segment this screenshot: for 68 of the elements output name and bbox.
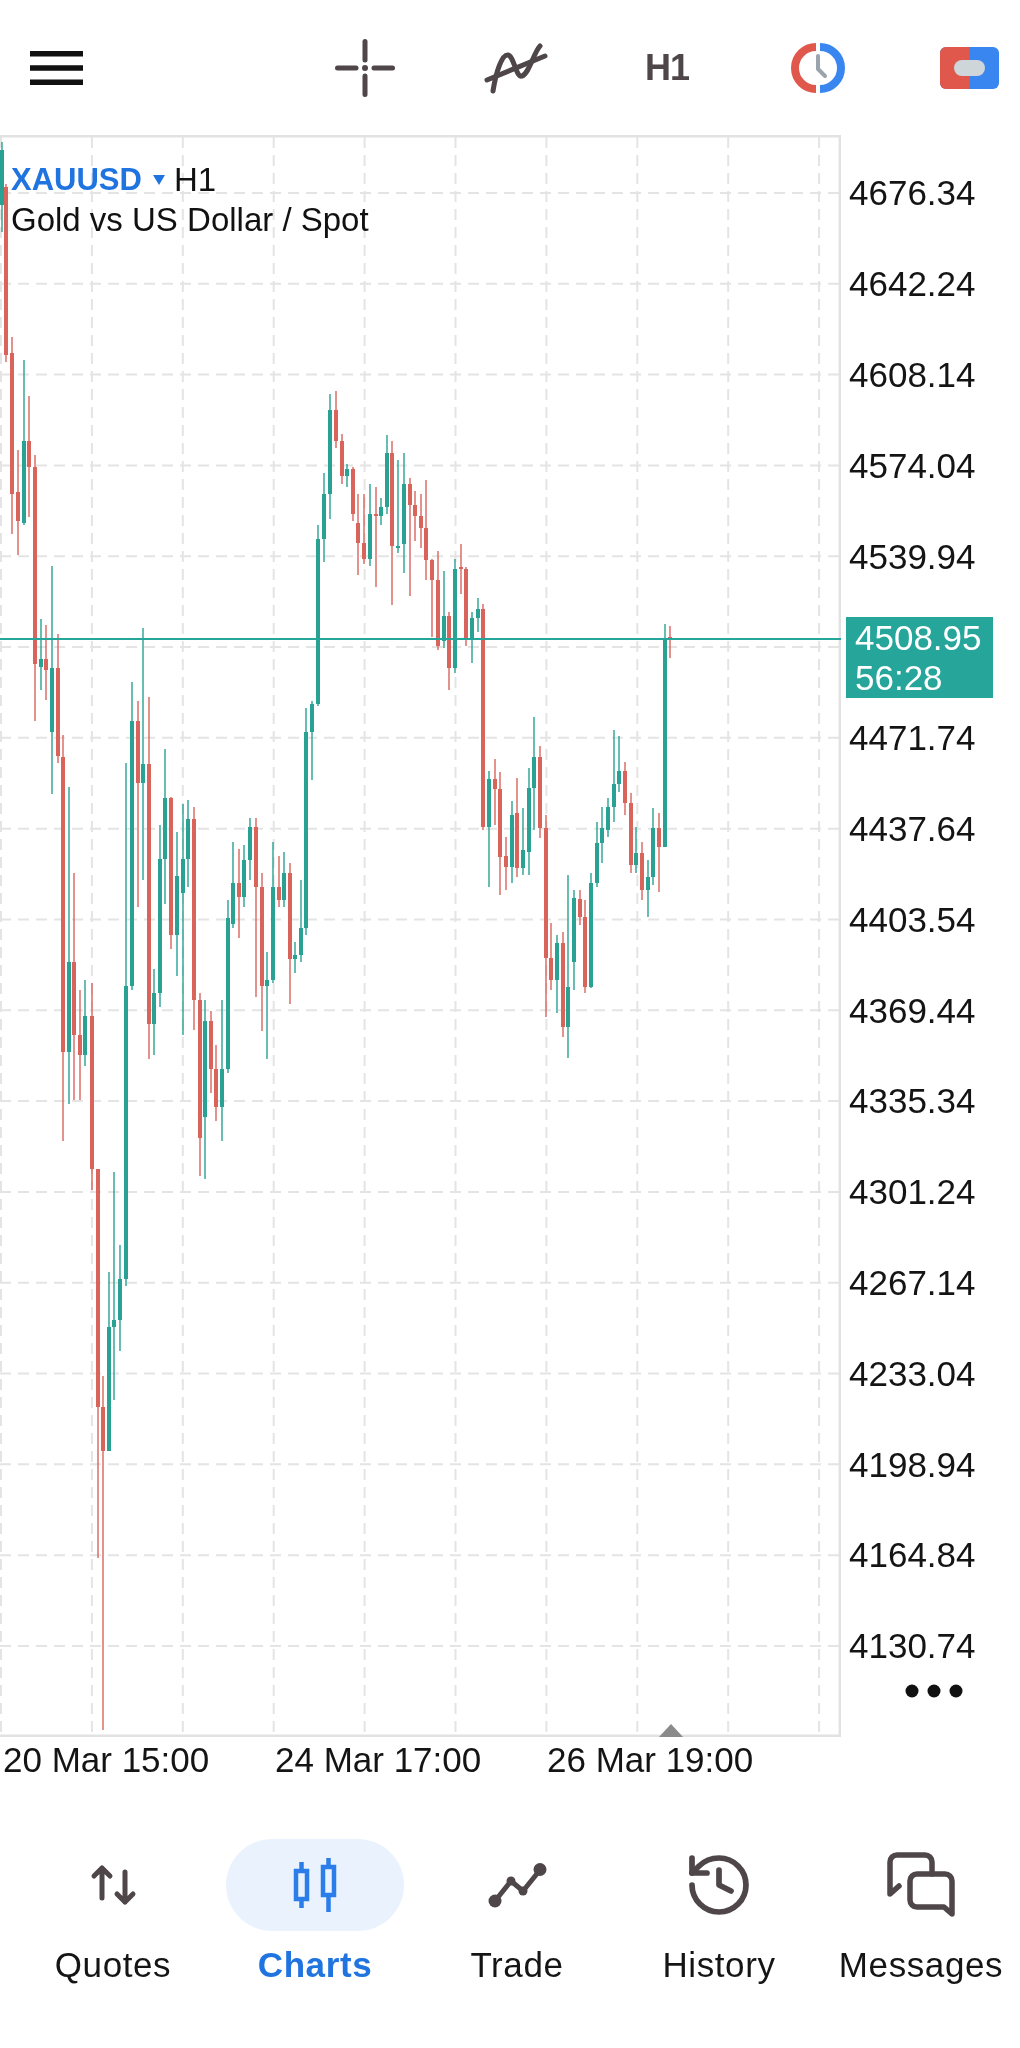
clock-icon	[789, 42, 847, 93]
nav-tab[interactable]: Quotes	[24, 1839, 202, 1987]
price-label: 4233.04	[849, 1355, 976, 1391]
falling-candle	[340, 433, 344, 485]
time-label: 24 Mar 17:00	[275, 1740, 482, 1779]
history-icon	[689, 1855, 749, 1915]
price-label: 4471.74	[849, 720, 976, 756]
wave-line-icon	[484, 41, 548, 94]
falling-candle	[334, 390, 338, 449]
triangle-marker-icon[interactable]	[659, 1724, 683, 1737]
price-label: 4164.84	[849, 1537, 976, 1573]
falling-candle	[640, 841, 644, 901]
price-label: 4335.34	[849, 1083, 976, 1119]
falling-candle	[623, 761, 627, 816]
more-icon	[905, 1684, 963, 1699]
candlesticks-icon	[292, 1857, 338, 1913]
chart-period: H1	[173, 161, 217, 199]
price-label: 4267.14	[849, 1265, 976, 1301]
price-label: 4437.64	[849, 811, 976, 847]
current-price: 4508.95	[855, 618, 983, 658]
rising-candle	[634, 826, 638, 874]
menu-button[interactable]	[30, 50, 83, 85]
indicators-button[interactable]	[484, 41, 548, 94]
split-tile-icon	[939, 46, 999, 89]
timeframe-button[interactable]: H1	[645, 47, 689, 88]
price-label: 4301.24	[849, 1174, 976, 1210]
rising-candle	[242, 844, 246, 908]
rising-candle	[345, 463, 349, 488]
crosshair-icon	[335, 38, 395, 97]
menu-icon	[30, 50, 83, 85]
time-label: 26 Mar 19:00	[547, 1740, 754, 1779]
price-label: 4676.34	[849, 175, 976, 211]
price-label: 4130.74	[849, 1628, 976, 1664]
rising-candle	[282, 851, 286, 908]
bar-countdown: 56:28	[855, 658, 944, 698]
time-label: 20 Mar 15:00	[3, 1740, 210, 1779]
price-label: 4403.54	[849, 901, 976, 937]
price-label: 4198.94	[849, 1446, 976, 1482]
nav-tab[interactable]: Trade	[428, 1839, 606, 1987]
rising-candle	[470, 611, 474, 664]
caret-icon	[152, 175, 165, 185]
price-label: 4574.04	[849, 447, 976, 483]
trading-panel-button[interactable]	[939, 46, 999, 89]
clock-button[interactable]	[789, 42, 847, 93]
nav-tab[interactable]: Messages	[832, 1839, 1010, 1987]
more-button[interactable]	[905, 1684, 963, 1699]
chat-bubbles-icon	[887, 1852, 955, 1918]
crosshair-button[interactable]	[335, 38, 395, 97]
falling-candle	[277, 855, 281, 908]
nav-tab[interactable]: Charts	[226, 1839, 404, 1987]
price-label: 4539.94	[849, 538, 976, 574]
nav-tab[interactable]: History	[630, 1839, 808, 1987]
falling-candle	[504, 836, 508, 891]
symbol-selector[interactable]: XAUUSD	[11, 161, 165, 199]
rising-candle	[521, 807, 525, 876]
up-down-arrows-icon	[89, 1864, 137, 1906]
price-label: 4369.44	[849, 992, 976, 1028]
price-label: 4608.14	[849, 357, 976, 393]
rising-candle	[293, 941, 297, 974]
rising-candle	[606, 797, 610, 838]
falling-candle	[668, 625, 672, 659]
rising-candle	[476, 597, 480, 633]
rising-candle	[248, 817, 252, 881]
rising-candle	[379, 497, 383, 526]
symbol-description: Gold vs US Dollar / Spot	[11, 201, 369, 239]
line-chart-icon	[487, 1862, 547, 1908]
falling-candle	[362, 493, 366, 565]
price-label: 4642.24	[849, 266, 976, 302]
